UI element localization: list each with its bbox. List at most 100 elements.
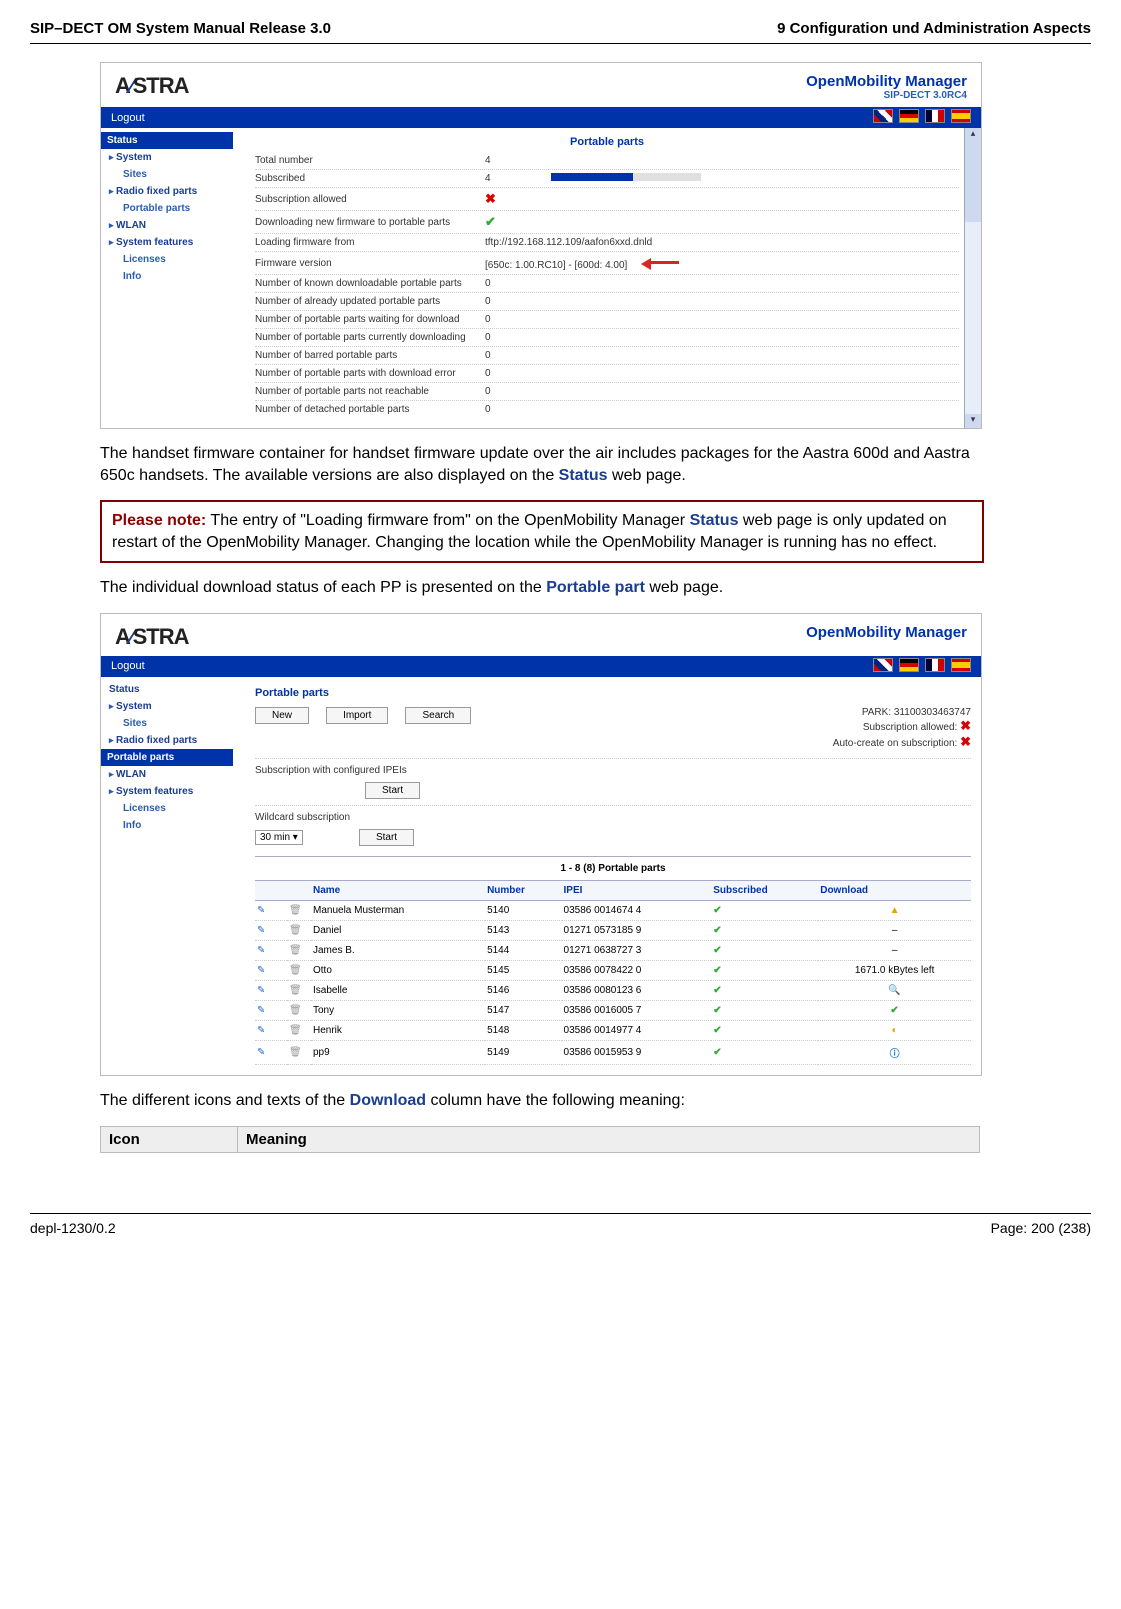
screenshot-status: A∕STRA OpenMobility Manager SIP-DECT 3.0… <box>100 62 982 429</box>
sidebar-item-wlan[interactable]: WLAN <box>109 766 249 783</box>
cell-name: Tony <box>311 1000 485 1020</box>
status-key: Number of portable parts with download e… <box>255 368 485 379</box>
cell-name: James B. <box>311 940 485 960</box>
logout-link[interactable]: Logout <box>111 112 145 124</box>
col-name[interactable]: Name <box>311 880 485 900</box>
check-icon: ✔ <box>713 945 721 956</box>
edit-icon[interactable]: ✎ <box>257 1025 265 1036</box>
pp-main: Portable parts New Import Search PARK: 3… <box>249 677 981 1075</box>
button-row: New Import Search <box>255 707 485 724</box>
flag-uk-icon[interactable] <box>873 658 893 672</box>
delete-icon[interactable]: 🗑 <box>289 945 302 956</box>
status-row: Firmware version[650c: 1.00.RC10] - [600… <box>255 251 959 274</box>
vertical-scrollbar[interactable]: ▴ ▾ <box>964 128 981 428</box>
x-icon: ✖ <box>485 191 496 206</box>
omm-brand: OpenMobility Manager <box>806 624 967 641</box>
col-download[interactable]: Download <box>818 880 971 900</box>
sidebar-item-system[interactable]: System <box>109 149 249 166</box>
start-button[interactable]: Start <box>365 782 420 799</box>
status-key: Number of already updated portable parts <box>255 296 485 307</box>
col-ipei[interactable]: IPEI <box>562 880 712 900</box>
delete-icon[interactable]: 🗑 <box>289 965 302 976</box>
edit-icon[interactable]: ✎ <box>257 965 265 976</box>
sidebar-item-licenses[interactable]: Licenses <box>109 800 249 817</box>
edit-icon[interactable]: ✎ <box>257 985 265 996</box>
new-button[interactable]: New <box>255 707 309 724</box>
status-value: 0 <box>485 332 491 343</box>
cell-ipei: 03586 0080123 6 <box>562 980 712 1000</box>
sidebar-item-wlan[interactable]: WLAN <box>109 217 249 234</box>
delete-icon[interactable]: 🗑 <box>289 905 302 916</box>
flag-de-icon[interactable] <box>899 658 919 672</box>
omm-brand: OpenMobility Manager SIP-DECT 3.0RC4 <box>806 73 967 101</box>
sidebar-item-sites[interactable]: Sites <box>109 166 249 183</box>
language-flags[interactable] <box>870 658 971 675</box>
delete-icon[interactable]: 🗑 <box>289 925 302 936</box>
col-subscribed[interactable]: Subscribed <box>711 880 818 900</box>
status-value: 0 <box>485 314 491 325</box>
scroll-up-icon[interactable]: ▴ <box>965 128 981 142</box>
delete-icon[interactable]: 🗑 <box>289 1047 302 1058</box>
progress-icon: ◐ <box>892 1025 898 1036</box>
sidebar-item-sites[interactable]: Sites <box>109 715 249 732</box>
footer-right: Page: 200 (238) <box>991 1220 1091 1236</box>
flag-es-icon[interactable] <box>951 109 971 123</box>
flag-fr-icon[interactable] <box>925 658 945 672</box>
cell-subscribed: ✔ <box>711 980 818 1000</box>
edit-icon[interactable]: ✎ <box>257 945 265 956</box>
status-key: Number of known downloadable portable pa… <box>255 278 485 289</box>
flag-fr-icon[interactable] <box>925 109 945 123</box>
sidebar-item-status[interactable]: Status <box>109 681 249 698</box>
duration-select[interactable]: 30 min ▾ <box>255 830 303 845</box>
logout-link[interactable]: Logout <box>111 660 145 672</box>
sidebar-item-system[interactable]: System <box>109 698 249 715</box>
status-row: Number of portable parts not reachable0 <box>255 382 959 400</box>
status-key: Firmware version <box>255 258 485 269</box>
delete-icon[interactable]: 🗑 <box>289 985 302 996</box>
language-flags[interactable] <box>870 109 971 126</box>
status-row: Number of barred portable parts0 <box>255 346 959 364</box>
paragraph-pp-status: The individual download status of each P… <box>100 577 980 599</box>
please-note-box: Please note: The entry of "Loading firmw… <box>100 500 984 563</box>
delete-icon[interactable]: 🗑 <box>289 1025 302 1036</box>
dash-icon: – <box>892 925 898 936</box>
sidebar-item-portable-parts[interactable]: Portable parts <box>109 200 249 217</box>
flag-de-icon[interactable] <box>899 109 919 123</box>
search-button[interactable]: Search <box>405 707 471 724</box>
edit-icon[interactable]: ✎ <box>257 1047 265 1058</box>
screenshot2-topbar: A∕STRA OpenMobility Manager <box>101 614 981 656</box>
scroll-thumb[interactable] <box>965 142 981 222</box>
wildcard-label: Wildcard subscription <box>255 805 971 823</box>
edit-icon[interactable]: ✎ <box>257 1005 265 1016</box>
sidebar-item-status[interactable]: Status <box>101 132 233 149</box>
start-button[interactable]: Start <box>359 829 414 846</box>
table-row: ✎🗑Manuela Musterman514003586 0014674 4✔▲ <box>255 900 971 920</box>
flag-es-icon[interactable] <box>951 658 971 672</box>
cell-ipei: 01271 0573185 9 <box>562 920 712 940</box>
sidebar-item-radio-fixed-parts[interactable]: Radio fixed parts <box>109 183 249 200</box>
sidebar-item-system-features[interactable]: System features <box>109 783 249 800</box>
check-icon: ✔ <box>890 1005 898 1016</box>
cell-name: Isabelle <box>311 980 485 1000</box>
delete-icon[interactable]: 🗑 <box>289 1005 302 1016</box>
check-icon: ✔ <box>713 925 721 936</box>
sidebar-item-licenses[interactable]: Licenses <box>109 251 249 268</box>
magnifier-icon: 🔍 <box>888 985 900 996</box>
status-main: Portable parts Total number4Subscribed4S… <box>249 128 981 428</box>
header-rule <box>30 43 1091 44</box>
status-key: Number of barred portable parts <box>255 350 485 361</box>
scroll-down-icon[interactable]: ▾ <box>965 414 981 428</box>
sidebar-item-radio-fixed-parts[interactable]: Radio fixed parts <box>109 732 249 749</box>
flag-uk-icon[interactable] <box>873 109 893 123</box>
import-button[interactable]: Import <box>326 707 388 724</box>
footer-left: depl-1230/0.2 <box>30 1220 116 1236</box>
sidebar-item-portable-parts[interactable]: Portable parts <box>101 749 233 766</box>
edit-icon[interactable]: ✎ <box>257 905 265 916</box>
sidebar-item-info[interactable]: Info <box>109 268 249 285</box>
status-value: tftp://192.168.112.109/aafon6xxd.dnld <box>485 237 652 248</box>
col-number[interactable]: Number <box>485 880 561 900</box>
warning-icon: ▲ <box>890 905 900 916</box>
edit-icon[interactable]: ✎ <box>257 925 265 936</box>
sidebar-item-system-features[interactable]: System features <box>109 234 249 251</box>
sidebar-item-info[interactable]: Info <box>109 817 249 834</box>
